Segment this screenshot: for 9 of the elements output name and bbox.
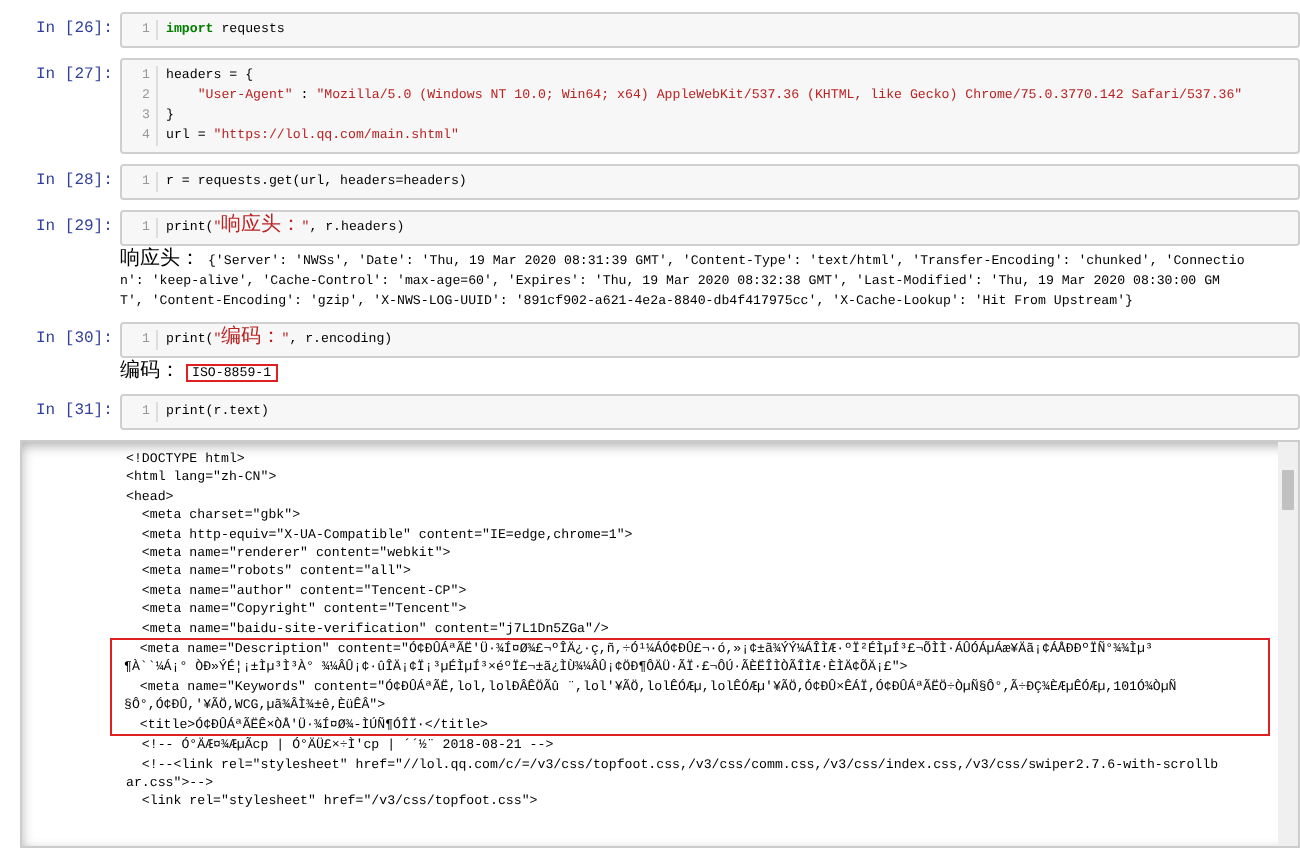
- input-prompt: In [28]:: [34, 170, 115, 190]
- input-prompt: In [29]:: [34, 216, 115, 236]
- input-prompt: In [30]:: [34, 328, 115, 348]
- input-prompt: In [27]:: [34, 64, 115, 84]
- input-prompt: In [26]:: [34, 18, 115, 38]
- output-text: 响应头：: [120, 250, 200, 272]
- scrollbar[interactable]: [1278, 442, 1298, 846]
- input-prompt: In [31]:: [34, 400, 115, 420]
- output-text: 编码：: [120, 362, 180, 384]
